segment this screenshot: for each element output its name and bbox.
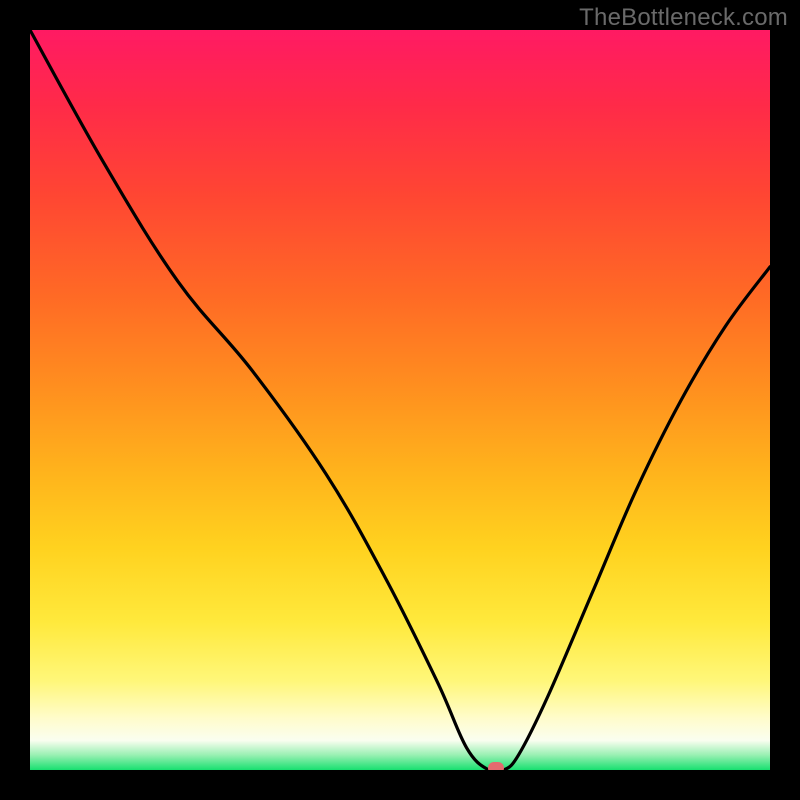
plot-area [30, 30, 770, 770]
optimum-marker [488, 762, 504, 770]
watermark-text: TheBottleneck.com [579, 4, 788, 32]
chart-frame: TheBottleneck.com [0, 0, 800, 800]
bottleneck-curve [30, 30, 770, 770]
